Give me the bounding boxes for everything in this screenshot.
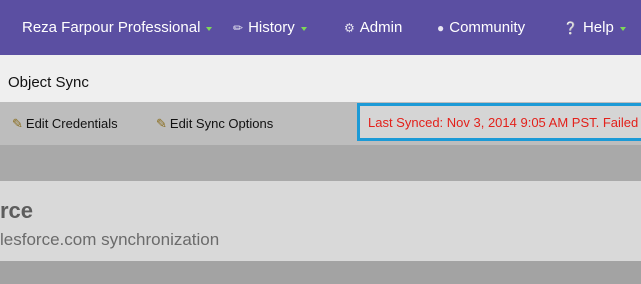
admin-link[interactable]: ⚙ Admin: [344, 0, 402, 55]
chevron-down-icon: [206, 26, 213, 31]
help-menu-label: Help: [582, 19, 614, 36]
section-divider-band: [0, 145, 641, 181]
community-link[interactable]: ● Community: [437, 0, 525, 55]
edit-sync-options-label: Edit Sync Options: [169, 116, 274, 131]
page-header: Object Sync: [0, 55, 641, 102]
chevron-down-icon: [300, 26, 307, 31]
edit-credentials-label: Edit Credentials: [25, 116, 118, 131]
people-icon: ●: [437, 20, 445, 35]
question-circle-icon: ❔: [563, 20, 578, 35]
bottom-band: [0, 261, 641, 284]
top-navigation-bar: Reza Farpour Professional ✏ History ⚙ Ad…: [0, 0, 641, 55]
community-link-label: Community: [449, 19, 526, 36]
edit-credentials-button[interactable]: ✎ Edit Credentials: [12, 102, 118, 145]
key-pencil-icon: ✎: [12, 115, 23, 131]
help-menu[interactable]: ❔ Help: [563, 0, 626, 55]
footprints-icon: ✏: [233, 20, 244, 35]
settings-pencil-icon: ✎: [156, 115, 167, 131]
account-menu[interactable]: Reza Farpour Professional: [22, 0, 213, 55]
history-menu[interactable]: ✏ History: [233, 0, 307, 55]
sync-status-text: Last Synced: Nov 3, 2014 9:05 AM PST. Fa…: [368, 115, 639, 130]
sync-status-box: Last Synced: Nov 3, 2014 9:05 AM PST. Fa…: [357, 103, 641, 141]
chevron-down-icon: [619, 26, 626, 31]
admin-link-label: Admin: [359, 19, 403, 36]
sync-panel: rce lesforce.com synchronization: [0, 181, 641, 261]
panel-subtitle: lesforce.com synchronization: [0, 230, 220, 249]
edit-sync-options-button[interactable]: ✎ Edit Sync Options: [156, 102, 273, 145]
history-menu-label: History: [248, 19, 295, 36]
account-menu-label: Reza Farpour Professional: [22, 19, 201, 36]
gear-icon: ⚙: [344, 20, 355, 35]
page-title: Object Sync: [8, 74, 89, 91]
panel-heading: rce: [0, 198, 34, 223]
